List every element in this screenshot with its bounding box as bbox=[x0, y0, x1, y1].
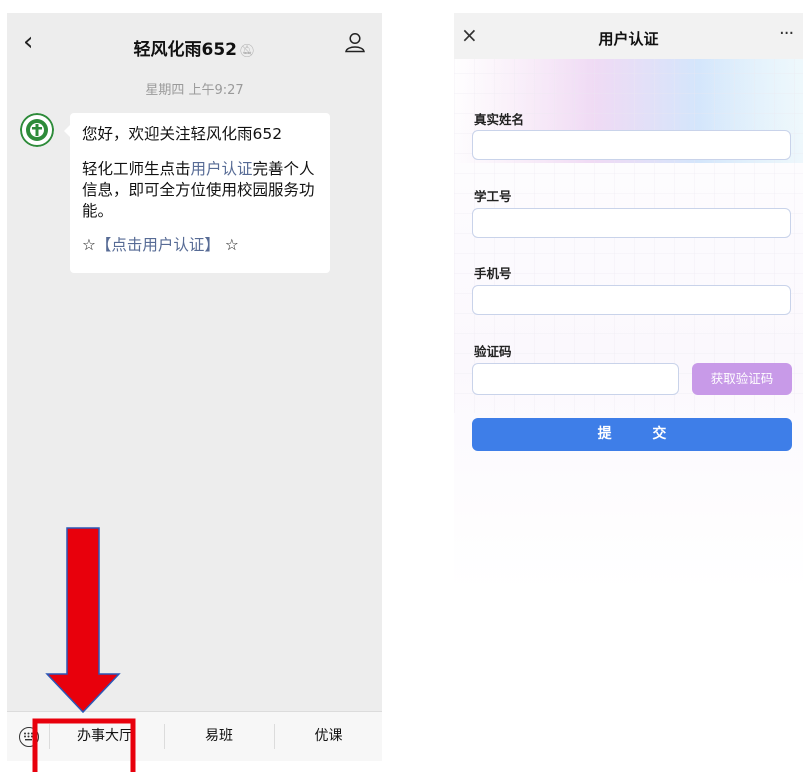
account-avatar[interactable] bbox=[20, 113, 54, 147]
chat-title: 轻风化雨652 🔕︎ bbox=[7, 35, 382, 60]
student-id-input[interactable] bbox=[472, 208, 791, 238]
message-timestamp: 星期四 上午9:27 bbox=[145, 83, 244, 98]
verification-code-input[interactable] bbox=[472, 363, 679, 395]
star-icon: ☆ bbox=[82, 236, 96, 254]
bottom-menu-bar: 办事大厅 易班 优课 bbox=[7, 711, 382, 761]
mute-bell-icon: 🔕︎ bbox=[238, 44, 256, 59]
code-label: 验证码 bbox=[474, 344, 512, 359]
message-body: 轻化工师生点击用户认证完善个人信息，即可全方位使用校园服务功能。 bbox=[82, 160, 315, 220]
chat-screen: ‹ 轻风化雨652 🔕︎ 星期四 上午9:27 您好，欢迎关注轻风化雨652 轻化… bbox=[7, 13, 382, 761]
phone-input[interactable] bbox=[472, 285, 791, 315]
more-icon[interactable]: ··· bbox=[779, 23, 794, 44]
star-icon: ☆ bbox=[224, 236, 239, 254]
chat-header: ‹ 轻风化雨652 🔕︎ bbox=[7, 13, 382, 71]
action-line: ☆【点击用户认证】 ☆ bbox=[82, 234, 318, 256]
submit-button[interactable]: 提 交 bbox=[472, 418, 792, 451]
student-id-label: 学工号 bbox=[474, 189, 512, 204]
phone-label: 手机号 bbox=[474, 266, 512, 281]
user-auth-link[interactable]: 用户认证 bbox=[191, 160, 253, 178]
name-label: 真实姓名 bbox=[474, 112, 525, 127]
profile-icon[interactable] bbox=[344, 31, 366, 53]
keyboard-toggle-icon[interactable] bbox=[19, 727, 39, 747]
message-bubble: 您好，欢迎关注轻风化雨652 轻化工师生点击用户认证完善个人信息，即可全方位使用… bbox=[64, 113, 330, 273]
account-name: 轻风化雨652 bbox=[133, 40, 237, 60]
real-name-input[interactable] bbox=[472, 130, 791, 160]
auth-header: × 用户认证 ··· bbox=[454, 13, 803, 59]
menu-item-service-hall[interactable]: 办事大厅 bbox=[50, 712, 160, 761]
menu-item-yiban[interactable]: 易班 bbox=[165, 712, 273, 761]
menu-item-youke[interactable]: 优课 bbox=[275, 712, 382, 761]
auth-screen: × 用户认证 ··· 真实姓名 学工号 手机号 验证码 获取验证码 提 交 bbox=[454, 13, 803, 593]
school-logo-icon bbox=[20, 113, 54, 147]
click-auth-link[interactable]: 【点击用户认证】 bbox=[96, 236, 220, 254]
greeting-text: 您好，欢迎关注轻风化雨652 bbox=[82, 125, 283, 143]
auth-title: 用户认证 bbox=[598, 30, 659, 48]
get-code-button[interactable]: 获取验证码 bbox=[692, 363, 792, 395]
